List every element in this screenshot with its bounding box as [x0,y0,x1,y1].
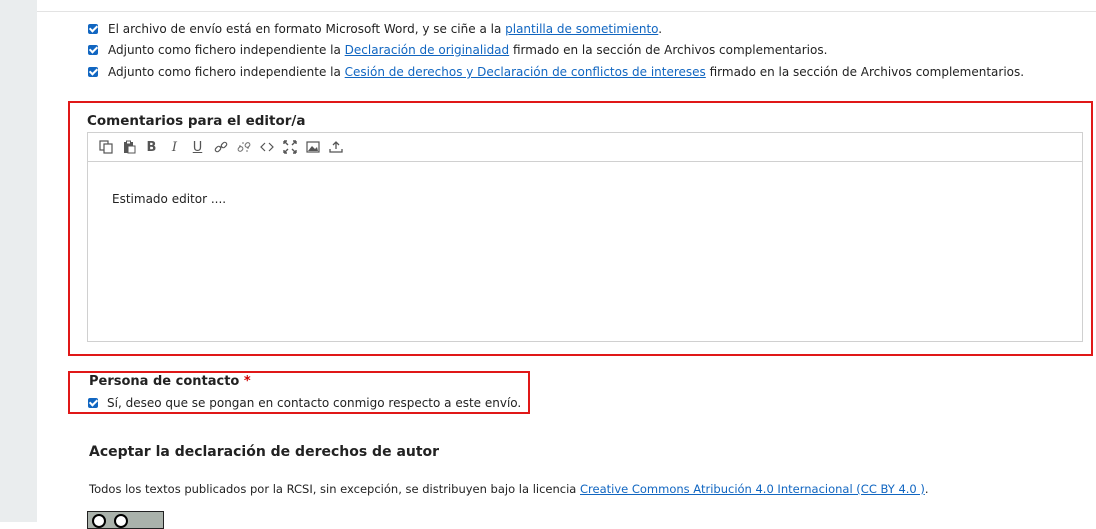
italic-icon[interactable]: I [163,136,186,158]
code-icon[interactable] [255,136,278,158]
checklist-item-3-suffix: firmado en la sección de Archivos comple… [705,65,1025,79]
checklist-checkbox-1[interactable] [88,24,98,34]
fullscreen-icon[interactable] [278,136,301,158]
contact-option-label: Sí, deseo que se pongan en contacto conm… [107,396,522,410]
required-marker: * [243,374,251,389]
editor-content[interactable]: Estimado editor .... [88,162,1082,206]
cc-license-badge[interactable] [87,511,164,529]
attribution-icon [114,514,128,528]
copyright-title: Aceptar la declaración de derechos de au… [89,444,440,460]
cc-license-link[interactable]: Creative Commons Atribución 4.0 Internac… [580,482,925,496]
upload-icon[interactable] [324,136,347,158]
left-rail [0,0,37,522]
checklist-checkbox-3[interactable] [88,67,98,77]
comments-title: Comentarios para el editor/a [87,113,306,129]
license-statement: Todos los textos publicados por la RCSI,… [89,482,929,496]
paste-icon[interactable] [117,136,140,158]
comments-editor[interactable]: B I U Estimado editor .... [87,132,1083,342]
originality-declaration-link[interactable]: Declaración de originalidad [345,43,509,57]
checklist-item-1-text: El archivo de envío está en formato Micr… [108,22,506,36]
bold-icon[interactable]: B [140,136,163,158]
checklist-item-1: El archivo de envío está en formato Micr… [108,21,662,37]
rights-conflicts-link[interactable]: Cesión de derechos y Declaración de conf… [345,65,706,79]
license-text-suffix: . [924,482,929,496]
underline-icon[interactable]: U [186,136,209,158]
checklist-item-3-text: Adjunto como fichero independiente la [108,65,345,79]
checklist-item-3: Adjunto como fichero independiente la Ce… [108,64,1024,80]
link-icon[interactable] [209,136,232,158]
checklist-item-1-suffix: . [658,22,663,36]
image-icon[interactable] [301,136,324,158]
contact-title: Persona de contacto * [89,374,251,389]
checklist-item-2-suffix: firmado en la sección de Archivos comple… [509,43,828,57]
top-divider [37,0,1096,12]
contact-title-text: Persona de contacto [89,374,240,389]
cc-logo-icon [92,514,106,528]
template-link[interactable]: plantilla de sometimiento [505,22,658,36]
checklist-checkbox-2[interactable] [88,45,98,55]
editor-toolbar: B I U [88,133,1082,162]
copy-icon[interactable] [94,136,117,158]
checklist-item-2: Adjunto como fichero independiente la De… [108,42,827,58]
contact-checkbox[interactable] [88,398,98,408]
unlink-icon[interactable] [232,136,255,158]
license-text: Todos los textos publicados por la RCSI,… [89,482,580,496]
checklist-item-2-text: Adjunto como fichero independiente la [108,43,345,57]
